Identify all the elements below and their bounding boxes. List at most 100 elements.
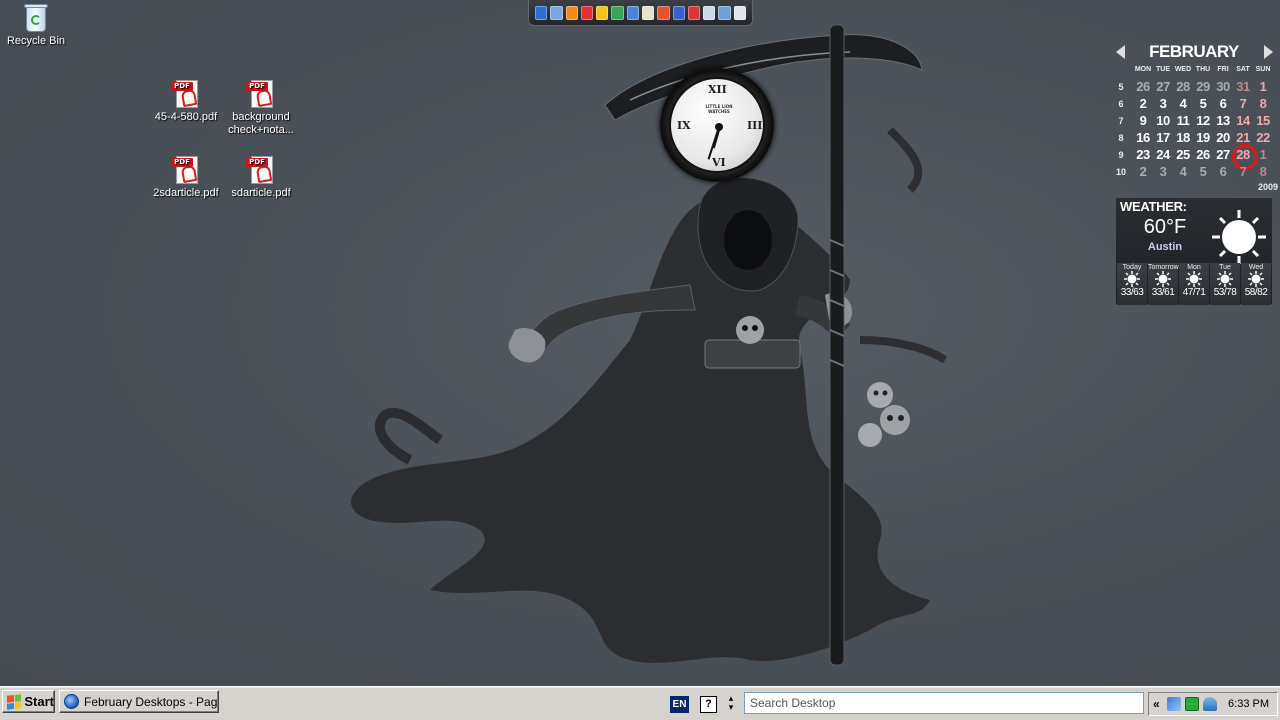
calendar-day[interactable]: 4 [1173, 96, 1193, 111]
calendar-day[interactable]: 26 [1193, 147, 1213, 162]
calendar-day[interactable]: 3 [1153, 96, 1173, 111]
desktop-icon-label: 2sdarticle.pdf [153, 187, 219, 199]
calendar-day[interactable]: 22 [1253, 130, 1273, 145]
calendar-day[interactable]: 31 [1233, 79, 1253, 94]
taskbar: Start February Desktops - Pag... EN ? ▴ ▾… [0, 686, 1280, 720]
calendar-day[interactable]: 13 [1213, 113, 1233, 128]
tray-expand-chevron-icon[interactable]: « [1153, 697, 1163, 711]
calendar-day[interactable]: 28 [1173, 79, 1193, 94]
start-button[interactable]: Start [2, 690, 55, 713]
forecast-day: Tomorrow 33/61 [1148, 263, 1179, 305]
dock-app-icon[interactable] [672, 5, 685, 20]
dock-app-icon[interactable] [626, 5, 639, 20]
dock-app-icon[interactable] [733, 5, 746, 20]
calendar-day[interactable]: 15 [1253, 113, 1273, 128]
calendar-day[interactable]: 28 [1232, 144, 1258, 170]
desktop-icon-pdf-file[interactable]: PDF 45-4-580.pdf [144, 79, 228, 124]
calendar-day[interactable]: 20 [1213, 130, 1233, 145]
calendar-day[interactable]: 24 [1153, 147, 1173, 162]
desktop-icon-recycle-bin[interactable]: Recycle Bin [0, 3, 78, 48]
calendar-day[interactable]: 8 [1253, 96, 1273, 111]
calendar-day[interactable]: 21 [1233, 130, 1253, 145]
calendar-day[interactable]: 3 [1153, 164, 1173, 179]
calendar-next-arrow-icon[interactable] [1264, 45, 1273, 59]
calendar-day[interactable]: 7 [1233, 96, 1253, 111]
calendar-day[interactable]: 25 [1173, 147, 1193, 162]
calendar-day[interactable]: 30 [1213, 79, 1233, 94]
desktop-toolbar-toggle-icon[interactable]: ▴ ▾ [724, 694, 738, 714]
dock-app-icon[interactable] [718, 5, 731, 20]
dock-app-icon[interactable] [535, 5, 548, 20]
desktop-icon-pdf-file[interactable]: PDF background check+nota... [219, 79, 303, 137]
calendar-day[interactable]: 16 [1133, 130, 1153, 145]
calendar-day[interactable]: 14 [1233, 113, 1253, 128]
dock-app-icon[interactable] [687, 5, 701, 20]
dock-app-icon[interactable] [580, 5, 594, 20]
calendar-day[interactable]: 1 [1253, 79, 1273, 94]
calendar-day[interactable]: 2 [1133, 96, 1153, 111]
calendar-day[interactable]: 1 [1253, 147, 1273, 162]
network-icon[interactable] [1167, 697, 1181, 711]
dock-app-icon[interactable] [596, 5, 609, 20]
calendar-day[interactable]: 5 [1193, 164, 1213, 179]
calendar-day[interactable]: 23 [1133, 147, 1153, 162]
calendar-day[interactable]: 8 [1253, 164, 1273, 179]
sunny-icon [1212, 210, 1266, 264]
desktop-icon-label: background check+nota... [228, 111, 294, 136]
taskbar-clock[interactable]: 6:33 PM [1228, 698, 1269, 710]
weather-city: Austin [1147, 241, 1183, 253]
dock-app-icon[interactable] [550, 5, 563, 20]
sunny-icon [1217, 271, 1233, 287]
calendar-day[interactable]: 7 [1233, 164, 1253, 179]
forecast-day-label: Tue [1219, 264, 1231, 271]
calendar-day[interactable]: 19 [1193, 130, 1213, 145]
desktop-icon-pdf-file[interactable]: PDF sdarticle.pdf [219, 155, 303, 200]
forecast-temp-range: 58/82 [1244, 287, 1268, 298]
calendar-day[interactable]: 6 [1213, 96, 1233, 111]
calendar-year: 2009 [1257, 182, 1278, 192]
forecast-temp-range: 33/63 [1120, 287, 1144, 298]
calendar-day[interactable]: 26 [1133, 79, 1153, 94]
desktop-icon-pdf-file[interactable]: PDF 2sdarticle.pdf [144, 155, 228, 200]
calendar-day[interactable]: 27 [1213, 147, 1233, 162]
calendar-day[interactable]: 5 [1193, 96, 1213, 111]
forecast-day: Wed 58/82 [1241, 263, 1271, 305]
dock-app-icon[interactable] [657, 5, 670, 20]
weather-temperature: 60°F [1143, 216, 1187, 238]
dock-app-icon[interactable] [611, 5, 624, 20]
calendar-day[interactable]: 27 [1153, 79, 1173, 94]
language-indicator[interactable]: EN [670, 696, 689, 713]
pdf-icon: PDF [246, 155, 276, 185]
calendar-week-number: 7 [1118, 116, 1124, 126]
dock-app-icon[interactable] [703, 5, 716, 20]
pdf-icon: PDF [171, 155, 201, 185]
calendar-day[interactable]: 12 [1193, 113, 1213, 128]
reaper-wallpaper-art [351, 24, 948, 666]
dock-app-icon[interactable] [565, 5, 578, 20]
calendar-day[interactable]: 11 [1173, 113, 1193, 128]
calendar-weekday-label: TUE [1156, 66, 1170, 73]
calendar-day[interactable]: 29 [1193, 79, 1213, 94]
forecast-temp-range: 33/61 [1151, 287, 1175, 298]
calendar-day[interactable]: 6 [1213, 164, 1233, 179]
dock-app-icon[interactable] [642, 5, 655, 20]
desktop-search-input[interactable] [744, 692, 1144, 714]
calendar-day[interactable]: 18 [1173, 130, 1193, 145]
messenger-icon[interactable] [1185, 697, 1199, 711]
help-icon[interactable]: ? [700, 696, 717, 713]
forecast-day-label: Mon [1187, 264, 1201, 271]
forecast-day-label: Tomorrow [1148, 264, 1179, 271]
taskbar-window-button[interactable]: February Desktops - Pag... [59, 690, 219, 713]
calendar-prev-arrow-icon[interactable] [1116, 45, 1125, 59]
calendar-day[interactable]: 10 [1153, 113, 1173, 128]
connection-icon[interactable] [1203, 697, 1217, 711]
calendar-day[interactable]: 2 [1133, 164, 1153, 179]
sunny-icon [1124, 271, 1140, 287]
weather-title: WEATHER: [1120, 199, 1187, 214]
forecast-day: Tue 53/78 [1210, 263, 1240, 305]
windows-logo-icon [7, 693, 22, 710]
calendar-day[interactable]: 4 [1173, 164, 1193, 179]
calendar-day[interactable]: 9 [1133, 113, 1153, 128]
calendar-day[interactable]: 17 [1153, 130, 1173, 145]
clock-numeral-left: IX [677, 119, 691, 132]
